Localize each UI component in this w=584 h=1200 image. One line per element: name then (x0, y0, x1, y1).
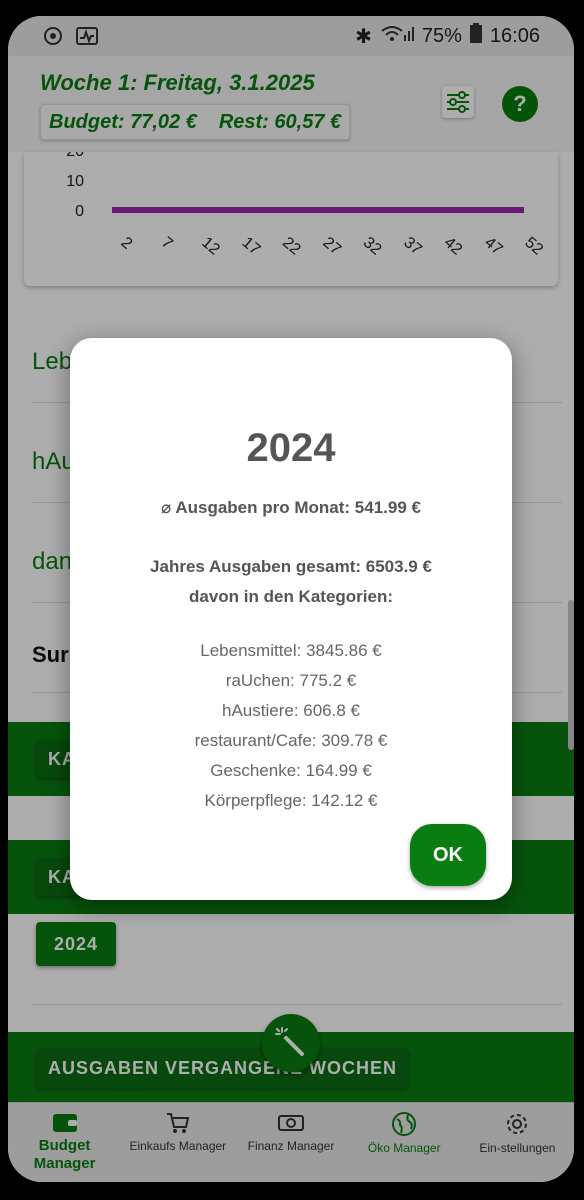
category-line: Lebensmittel: 3845.86 € (200, 641, 382, 660)
year-summary-dialog: 2024 ⌀ Ausgaben pro Monat: 541.99 € Jahr… (70, 338, 512, 900)
monthly-average: ⌀ Ausgaben pro Monat: 541.99 € (161, 498, 421, 517)
dialog-body[interactable]: ⌀ Ausgaben pro Monat: 541.99 € Jahres Au… (70, 498, 512, 813)
categories-heading: davon in den Kategorien: (188, 587, 394, 606)
category-line: raUchen: 775.2 € (225, 671, 357, 690)
ok-button[interactable]: OK (410, 824, 486, 886)
category-line: hAustiere: 606.8 € (222, 701, 360, 720)
category-line: restaurant/Cafe: 309.78 € (194, 731, 388, 750)
yearly-total: Jahres Ausgaben gesamt: 6503.9 € (150, 557, 432, 576)
category-line: Körperpflege: 142.12 € (204, 791, 378, 810)
category-line: Geschenke: 164.99 € (210, 761, 372, 780)
dialog-title: 2024 (246, 426, 336, 470)
scrollbar[interactable] (568, 600, 574, 750)
phone-screen: ✱ 75% 16:06 Woche 1: Freitag, 3.1.2025 B… (8, 16, 574, 1182)
